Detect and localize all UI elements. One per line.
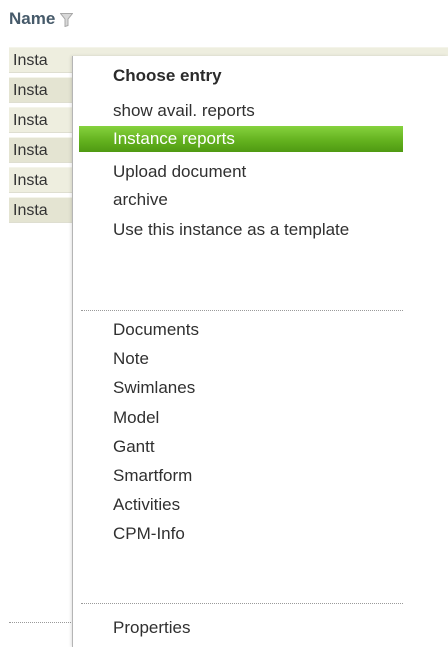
filter-icon[interactable]	[59, 12, 74, 28]
menu-item-note[interactable]: Note	[79, 345, 403, 373]
menu-title: Choose entry	[113, 66, 222, 85]
menu-separator	[81, 603, 403, 604]
row-name-cell: Insta	[13, 112, 48, 129]
menu-item-use-as-template[interactable]: Use this instance as a template	[79, 216, 403, 264]
menu-item-activities[interactable]: Activities	[79, 491, 403, 519]
context-menu: Choose entry show avail. reports Instanc…	[72, 56, 448, 647]
menu-item-documents[interactable]: Documents	[79, 316, 403, 344]
column-header-label: Name	[9, 9, 56, 28]
name-column-header[interactable]: Name	[9, 8, 74, 30]
menu-item-smartform[interactable]: Smartform	[79, 462, 403, 490]
row-name-cell: Insta	[13, 172, 48, 189]
menu-item-show-avail-reports[interactable]: show avail. reports	[79, 97, 403, 125]
menu-item-cpm-info[interactable]: CPM-Info	[79, 520, 403, 548]
list-divider	[9, 622, 81, 623]
menu-item-instance-reports[interactable]: Instance reports	[79, 126, 403, 152]
menu-item-gantt[interactable]: Gantt	[79, 433, 403, 461]
menu-item-properties[interactable]: Properties	[79, 614, 403, 642]
menu-item-archive[interactable]: archive	[79, 186, 403, 214]
page: Name Insta Insta Insta Insta Insta Insta…	[0, 0, 448, 647]
row-name-cell: Insta	[13, 142, 48, 159]
menu-item-upload-document[interactable]: Upload document	[79, 158, 403, 186]
row-name-cell: Insta	[13, 52, 48, 69]
menu-item-swimlanes[interactable]: Swimlanes	[79, 374, 403, 402]
row-name-cell: Insta	[13, 82, 48, 99]
row-name-cell: Insta	[13, 202, 48, 219]
menu-separator	[81, 310, 403, 311]
menu-item-model[interactable]: Model	[79, 404, 403, 432]
